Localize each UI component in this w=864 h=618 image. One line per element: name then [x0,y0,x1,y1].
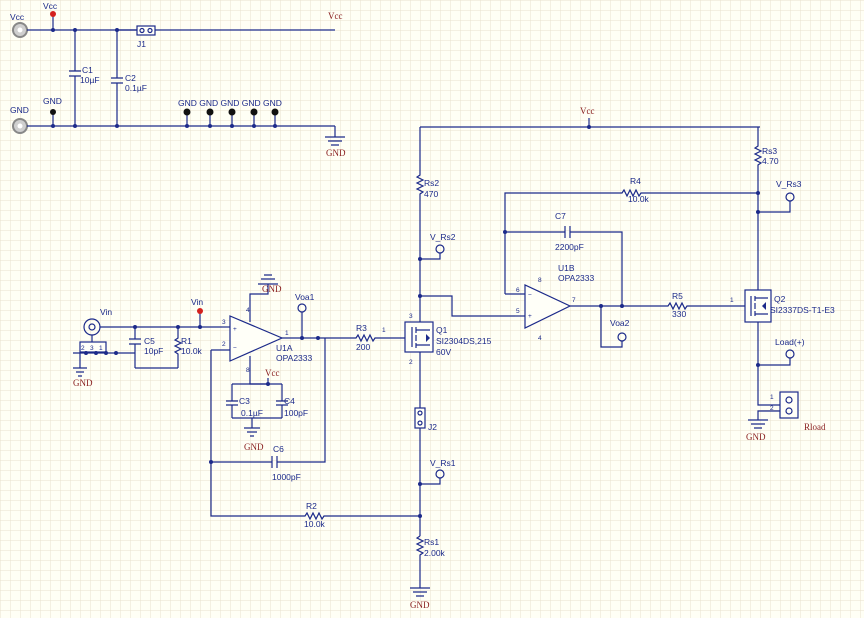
rs3-label: Rs3 [762,146,777,156]
c7-value: 2200pF [555,242,584,252]
c1-label: C1 [82,65,93,75]
u1a-label: U1A [276,343,293,353]
svg-text:1: 1 [285,330,289,337]
vin-label: Vin [100,307,112,317]
r1-value: 10.0k [181,346,203,356]
svg-text:4: 4 [538,335,542,342]
c5-label: C5 [144,336,155,346]
j1-label: J1 [137,39,146,49]
gnd-rail-label: GND [326,148,346,158]
voa1-label: Voa1 [295,292,315,302]
r3-value: 200 [356,342,370,352]
c2-value: 0.1µF [125,83,147,93]
svg-text:−: − [233,345,237,352]
v-rs3-label: V_Rs3 [776,179,802,189]
c2-label: C2 [125,73,136,83]
gnd-header-label: GND GND GND GND GND [178,98,282,108]
u1a-part: OPA2333 [276,353,313,363]
v-rs2-label: V_Rs2 [430,232,456,242]
svg-text:1: 1 [99,345,103,352]
svg-text:3: 3 [90,345,94,352]
r3-label: R3 [356,323,367,333]
c6-label: C6 [273,444,284,454]
voa2-label: Voa2 [610,318,630,328]
r2-label: R2 [306,501,317,511]
vin-test-point-icon[interactable] [197,308,203,314]
svg-text:1: 1 [770,394,774,401]
r1-label: R1 [181,336,192,346]
gnd-node-label: GND [43,96,62,106]
svg-text:+: + [233,326,237,333]
gnd-test-point-icon[interactable] [50,109,56,115]
r5-value: 330 [672,309,686,319]
gnd-c3-label: GND [244,442,264,452]
gnd-pin-label: GND [10,105,29,115]
c5-value: 10pF [144,346,163,356]
rs1-label: Rs1 [424,537,439,547]
vin-probe-label: Vin [191,297,203,307]
svg-text:+: + [528,313,532,320]
gnd-rs1-label: GND [410,600,430,610]
q1-part: SI2304DS,215 [436,336,492,346]
gnd-load-label: GND [746,432,766,442]
j2-label: J2 [428,422,437,432]
svg-text:8: 8 [538,277,542,284]
svg-text:7: 7 [572,297,576,304]
load-label: Load(+) [775,337,805,347]
svg-text:2: 2 [222,341,226,348]
schematic-canvas: Vcc GND Vcc Vcc J1 GND C1 10µF C2 0.1µF … [0,0,864,618]
rs3-value: 4.70 [762,156,779,166]
svg-text:5: 5 [516,308,520,315]
rs2-label: Rs2 [424,178,439,188]
c7-label: C7 [555,211,566,221]
c1-value: 10µF [80,75,100,85]
rload-label: Rload [804,422,826,432]
vcc-test-point-icon[interactable] [50,11,56,17]
svg-text:6: 6 [516,287,520,294]
u1b-label: U1B [558,263,575,273]
rs1-value: 2.00k [424,548,446,558]
vcc-u1a-label: Vcc [265,368,280,378]
c3-label: C3 [239,396,250,406]
svg-text:−: − [528,292,532,299]
svg-text:1: 1 [730,297,734,304]
v-rs1-label: V_Rs1 [430,458,456,468]
c4-label: C4 [284,396,295,406]
vcc-pin-label: Vcc [10,12,25,22]
svg-text:3: 3 [222,319,226,326]
r5-label: R5 [672,291,683,301]
svg-text:3: 3 [409,313,413,320]
svg-text:2: 2 [409,359,413,366]
r4-value: 10.0k [628,194,650,204]
gnd-in-label: GND [73,378,93,388]
svg-text:1: 1 [382,327,386,334]
q2-label: Q2 [774,294,786,304]
vcc-node-label: Vcc [43,1,58,11]
c3-value: 0.1µF [241,408,263,418]
gnd-u1a-label: GND [262,284,282,294]
rs2-value: 470 [424,189,438,199]
r2-value: 10.0k [304,519,326,529]
vcc-rail-label: Vcc [328,11,343,21]
c6-value: 1000pF [272,472,301,482]
q1-voltage: 60V [436,347,451,357]
r4-label: R4 [630,176,641,186]
q1-label: Q1 [436,325,448,335]
svg-text:2: 2 [81,345,85,352]
q2-part: SI2337DS-T1-E3 [770,305,835,315]
vcc-top-label: Vcc [580,106,595,116]
u1b-part: OPA2333 [558,273,595,283]
c4-value: 100pF [284,408,308,418]
q2-mosfet-symbol [744,289,772,323]
